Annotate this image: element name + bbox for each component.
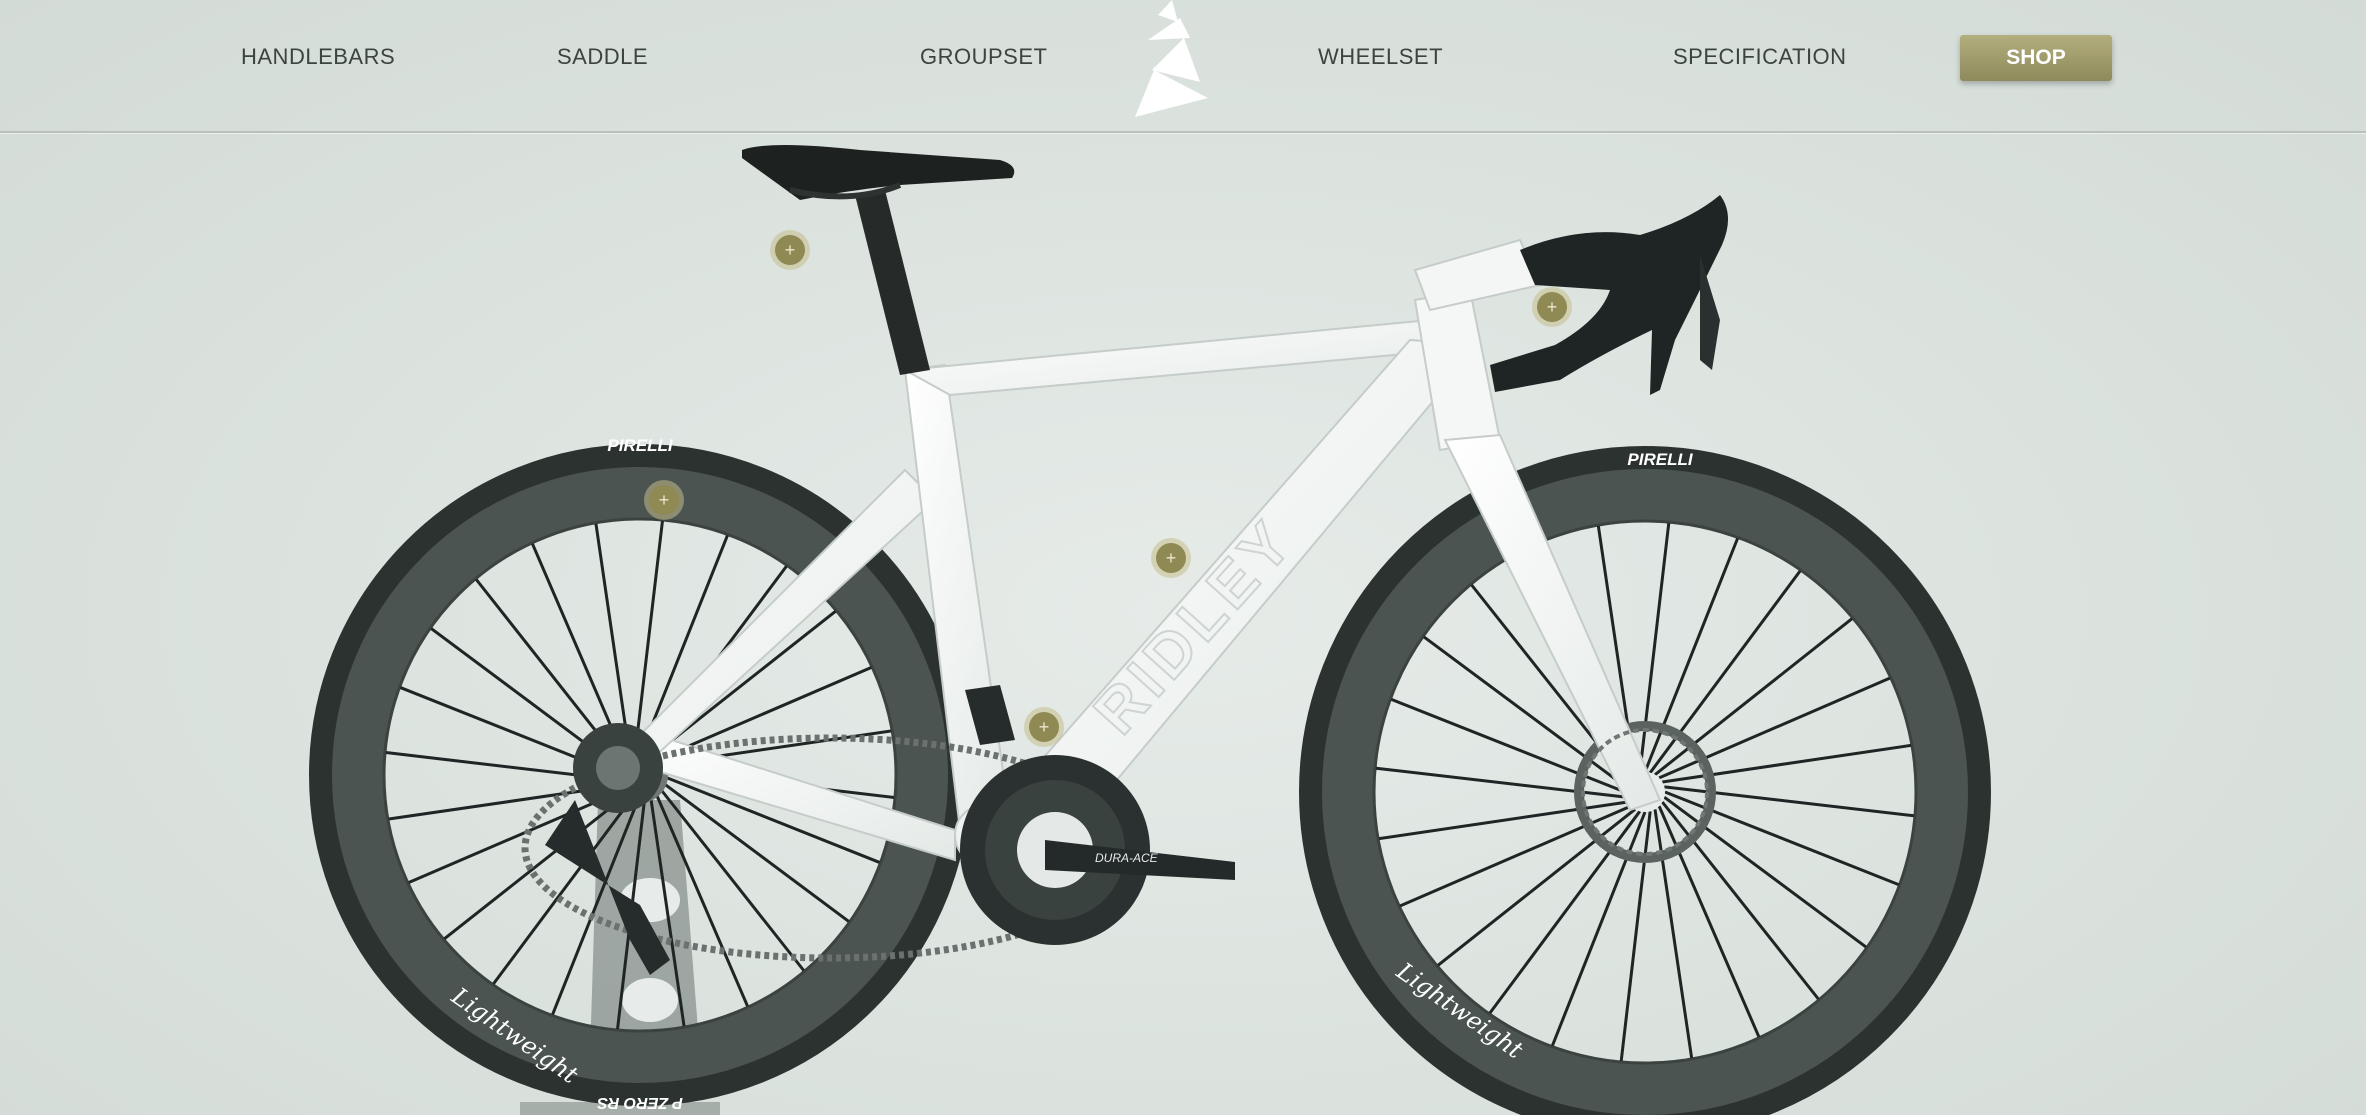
- spoke: [1661, 801, 1820, 1000]
- brand-logo-icon[interactable]: [1130, 0, 1210, 120]
- spoke: [1663, 795, 1867, 949]
- spoke: [1437, 808, 1636, 967]
- spoke: [1488, 810, 1642, 1014]
- spoke: [1551, 811, 1647, 1047]
- spoke: [1638, 522, 1671, 773]
- nav-link-specification[interactable]: SPECIFICATION: [1673, 44, 1847, 70]
- rear-tyre-model: P ZERO RS: [597, 1094, 683, 1111]
- spoke: [1375, 766, 1626, 799]
- spoke: [1648, 570, 1802, 774]
- hotspot-rear-wheel[interactable]: +: [649, 485, 679, 515]
- rear-tyre-brand: PIRELLI: [607, 436, 673, 455]
- hotspot-saddle[interactable]: +: [775, 235, 805, 265]
- spoke: [1619, 811, 1652, 1062]
- hotspot-handlebars[interactable]: +: [1537, 292, 1567, 322]
- hotspot-groupset[interactable]: +: [1029, 712, 1059, 742]
- nav-link-wheelset[interactable]: WHEELSET: [1318, 44, 1443, 70]
- front-tyre-brand: PIRELLI: [1627, 450, 1693, 469]
- page: HANDLEBARS SADDLE GROUPSET WHEELSET SPEC…: [0, 0, 2366, 1115]
- spoke: [1399, 804, 1632, 908]
- spoke: [1654, 617, 1853, 776]
- spoke: [1657, 805, 1761, 1038]
- spoke: [594, 523, 632, 758]
- bike-image: PIRELLI P ZERO RS Lightweight PIRELLI Li…: [309, 145, 1991, 1115]
- spoke: [1658, 676, 1891, 780]
- frame-brand: RIDLEY: [1081, 505, 1308, 747]
- spoke: [1643, 537, 1739, 773]
- nav-link-handlebars[interactable]: HANDLEBARS: [241, 44, 395, 70]
- nav-link-groupset[interactable]: GROUPSET: [920, 44, 1047, 70]
- top-nav: HANDLEBARS SADDLE GROUPSET WHEELSET SPEC…: [0, 0, 2366, 133]
- nav-link-saddle[interactable]: SADDLE: [557, 44, 648, 70]
- hotspot-frame[interactable]: +: [1156, 543, 1186, 573]
- shop-button[interactable]: SHOP: [1960, 35, 2112, 81]
- crank-label: DURA-ACE: [1095, 851, 1159, 865]
- spoke: [1664, 790, 1900, 886]
